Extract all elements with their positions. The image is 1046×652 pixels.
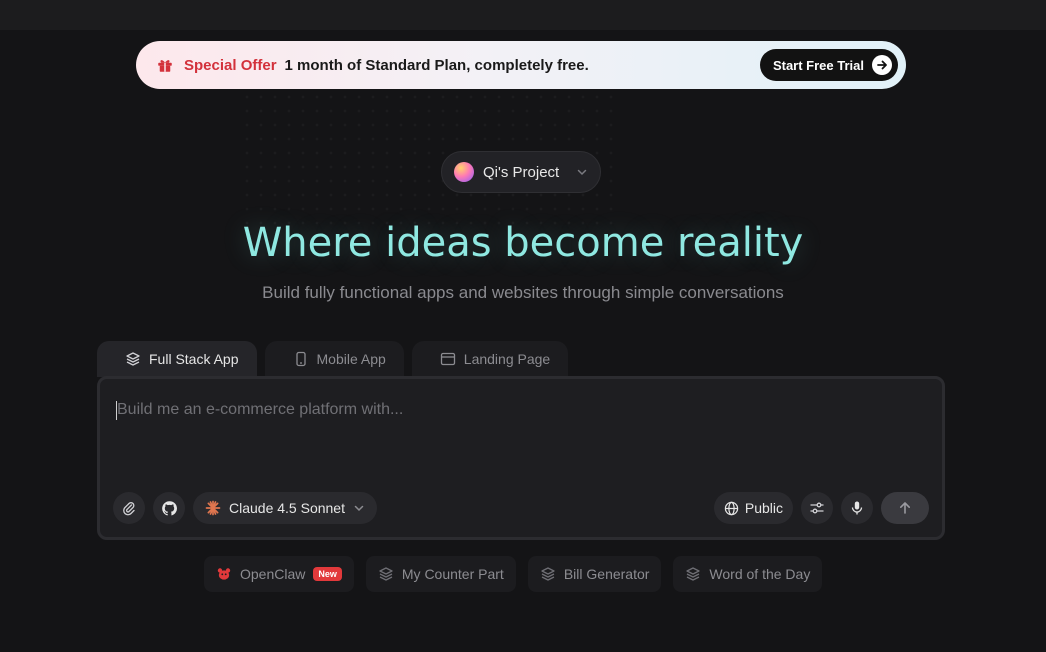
layers-icon [379,567,393,581]
chevron-down-icon [354,505,364,512]
globe-icon [724,501,739,515]
prompt-box[interactable]: Build me an e-commerce platform with... … [97,376,945,540]
settings-button[interactable] [801,492,833,524]
phone-icon [295,351,306,367]
layers-icon [126,352,140,366]
paperclip-icon [123,502,135,516]
suggestion-label: Bill Generator [563,566,650,582]
hero-headline: Where ideas become reality [242,220,804,266]
send-button[interactable] [881,492,929,524]
visibility-toggle[interactable]: Public [713,492,793,524]
claude-sparkle-icon [205,500,221,516]
tab-label: Mobile App [316,351,386,367]
suggestion-label: My Counter Part [401,566,504,582]
project-avatar [454,162,474,182]
offer-message: 1 month of Standard Plan, completely fre… [284,56,589,74]
browser-icon [440,352,455,366]
layers-icon [541,567,555,581]
prompt-right-controls: Public [713,492,929,524]
arrow-right-icon [872,55,892,75]
hero-subline: Build fully functional apps and websites… [262,283,784,302]
model-name: Claude 4.5 Sonnet [229,500,345,516]
start-free-trial-button[interactable]: Start Free Trial [759,49,898,81]
arrow-up-icon [900,502,910,514]
suggestion-bill-generator[interactable]: Bill Generator [527,556,662,592]
tab-label: Full Stack App [149,351,239,367]
new-badge: New [313,567,342,581]
microphone-icon [851,501,863,515]
layers-icon [686,567,701,581]
tab-landing-page[interactable]: Landing Page [411,341,569,377]
project-selector[interactable]: Qi's Project [441,151,601,193]
suggestion-word-of-the-day[interactable]: Word of the Day [673,556,823,592]
voice-input-button[interactable] [841,492,873,524]
start-free-trial-label: Start Free Trial [772,57,864,73]
chevron-down-icon [577,169,587,176]
model-selector[interactable]: Claude 4.5 Sonnet [193,492,377,524]
sliders-icon [810,502,824,514]
app-type-tabs: Full Stack App Mobile App Landing Page [97,341,569,377]
tab-label: Landing Page [463,351,551,367]
suggestion-label: Word of the Day [709,566,811,582]
suggestion-my-counter-part[interactable]: My Counter Part [365,556,516,592]
offer-label: Special Offer [184,56,277,74]
tab-mobile-app[interactable]: Mobile App [264,341,404,377]
visibility-label: Public [744,500,783,516]
suggestion-label: OpenClaw [240,566,306,582]
offer-banner: Special Offer 1 month of Standard Plan, … [136,41,906,89]
gift-icon [158,60,172,72]
attach-button[interactable] [113,492,145,524]
claw-icon [217,568,231,580]
top-bar [0,0,1046,30]
suggestion-chips: OpenClaw New My Counter Part Bill Genera… [204,556,823,592]
suggestion-openclaw[interactable]: OpenClaw New [204,556,354,592]
github-button[interactable] [153,492,185,524]
project-name: Qi's Project [483,163,560,181]
tab-full-stack-app[interactable]: Full Stack App [97,341,257,377]
github-icon [161,500,177,515]
prompt-left-controls: Claude 4.5 Sonnet [113,492,377,524]
prompt-input[interactable]: Build me an e-commerce platform with... [117,401,403,419]
